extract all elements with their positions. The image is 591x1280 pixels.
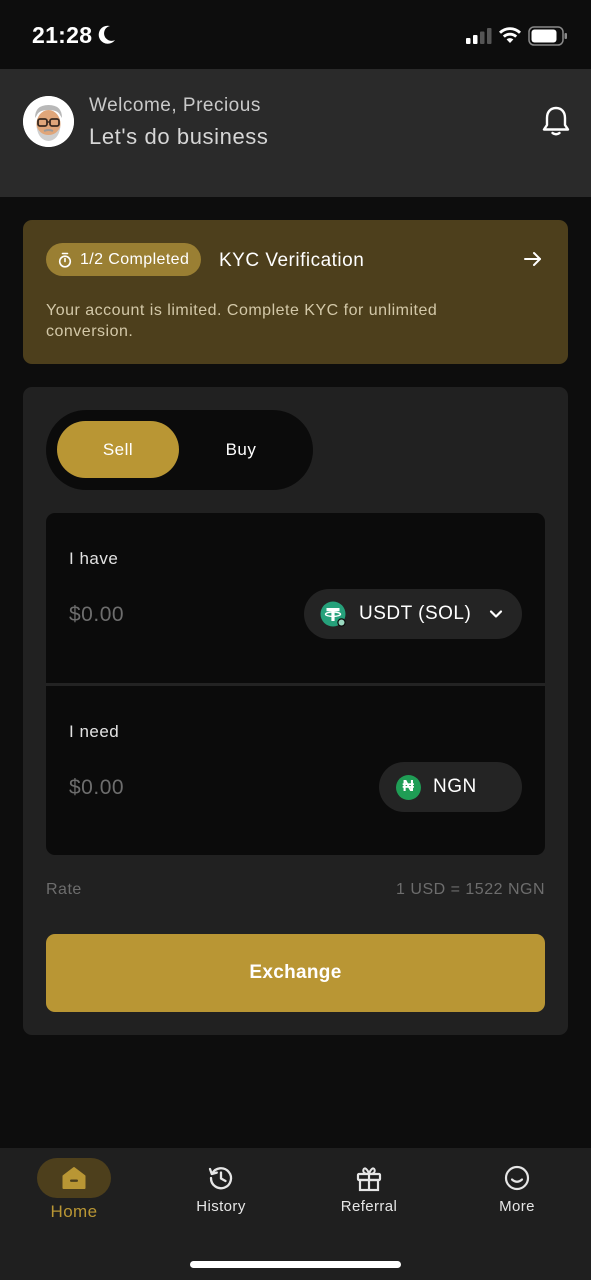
tether-icon <box>320 601 346 627</box>
kyc-banner[interactable]: 1/2 Completed KYC Verification Your acco… <box>23 220 568 364</box>
app-header: Welcome, Precious Let's do business <box>0 69 591 197</box>
tab-history[interactable]: History <box>161 1164 281 1244</box>
need-label: I need <box>69 722 120 741</box>
bottom-tab-bar: Home History Referral More <box>0 1148 591 1280</box>
status-time: 21:28 <box>32 22 93 48</box>
avatar[interactable] <box>23 96 74 147</box>
kyc-description: Your account is limited. Complete KYC fo… <box>46 302 438 340</box>
exchange-button[interactable]: Exchange <box>46 934 545 1012</box>
battery-icon <box>528 26 567 46</box>
home-icon <box>62 1167 86 1189</box>
status-bar: 21:28 <box>0 0 591 69</box>
tab-referral[interactable]: Referral <box>309 1164 429 1244</box>
arrow-right-icon[interactable] <box>523 249 543 269</box>
rate-label: Rate <box>46 881 82 898</box>
bell-icon[interactable] <box>541 105 571 137</box>
kyc-title: KYC Verification <box>219 250 365 271</box>
need-amount-input[interactable]: $0.00 <box>69 776 124 800</box>
welcome-text: Welcome, Precious <box>89 95 261 116</box>
history-icon <box>208 1167 233 1190</box>
have-currency-label: USDT (SOL) <box>359 603 472 624</box>
timer-icon <box>58 252 72 268</box>
tab-referral-label: Referral <box>340 1198 398 1215</box>
chevron-down-icon <box>490 610 503 618</box>
kyc-progress-text: 1/2 Completed <box>80 250 190 268</box>
tab-home-label: Home <box>50 1202 98 1221</box>
signal-icon <box>466 28 492 44</box>
wifi-icon <box>499 27 521 43</box>
gift-icon <box>356 1167 382 1192</box>
avatar-image <box>23 96 74 147</box>
swap-box: I have $0.00 USDT (SOL) I need $0.00 ₦ N… <box>46 513 545 855</box>
rate-value: 1 USD = 1522 NGN <box>396 881 545 898</box>
tab-home[interactable]: Home <box>14 1158 134 1238</box>
tab-sell[interactable]: Sell <box>57 421 179 478</box>
trade-card: Sell Buy I have $0.00 USDT (SOL) I need … <box>23 387 568 1035</box>
tab-buy[interactable]: Buy <box>201 421 281 478</box>
tagline-text: Let's do business <box>89 124 269 149</box>
have-amount-input[interactable]: $0.00 <box>69 603 124 627</box>
smile-icon <box>504 1165 530 1191</box>
sell-buy-toggle: Sell Buy <box>46 410 313 490</box>
have-label: I have <box>69 549 119 568</box>
home-active-pill <box>37 1158 111 1198</box>
field-divider <box>46 683 545 686</box>
tab-more-label: More <box>499 1198 535 1215</box>
need-currency-label: NGN <box>433 776 477 797</box>
moon-icon <box>98 25 115 44</box>
naira-symbol: ₦ <box>402 778 415 795</box>
naira-icon: ₦ <box>396 774 421 800</box>
kyc-progress-badge: 1/2 Completed <box>46 243 202 276</box>
have-currency-selector[interactable]: USDT (SOL) <box>304 589 522 639</box>
need-currency-selector[interactable]: ₦ NGN <box>379 762 522 812</box>
tab-more[interactable]: More <box>457 1164 577 1244</box>
home-indicator <box>190 1261 401 1268</box>
tab-history-label: History <box>196 1198 246 1215</box>
